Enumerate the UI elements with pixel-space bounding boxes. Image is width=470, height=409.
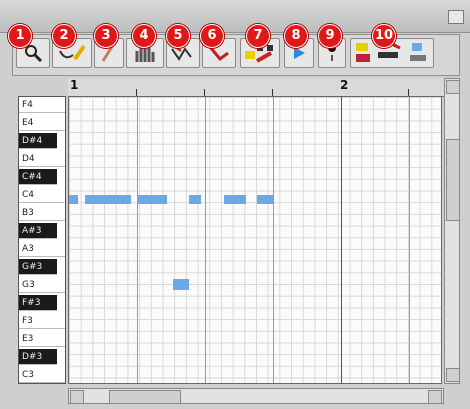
- piano-key[interactable]: D4: [19, 151, 65, 167]
- piano-key[interactable]: C#4: [19, 169, 57, 185]
- note-block[interactable]: [85, 195, 131, 204]
- piano-key[interactable]: C4: [19, 187, 65, 203]
- note-block[interactable]: [189, 195, 201, 204]
- horizontal-scrollbar[interactable]: [68, 388, 444, 404]
- note-block[interactable]: [173, 279, 189, 290]
- piano-key[interactable]: A#3: [19, 223, 57, 239]
- note-block[interactable]: [257, 195, 273, 204]
- scroll-right-icon[interactable]: [428, 390, 442, 404]
- ruler-tick: [136, 89, 137, 96]
- piano-keyboard: F4 E4 D#4 D4 C#4 C4 B3 A#3 A3 G#3 G3 F#3 F3 E3 D#3 C3: [18, 96, 66, 384]
- piano-key[interactable]: C3: [19, 367, 65, 383]
- beat-line: [409, 97, 410, 383]
- note-block[interactable]: [224, 195, 246, 204]
- note-block[interactable]: [69, 195, 78, 204]
- piano-key[interactable]: F3: [19, 313, 65, 329]
- ruler-tick: [204, 89, 205, 96]
- piano-key[interactable]: D#4: [19, 133, 57, 149]
- vertical-scrollbar[interactable]: [444, 78, 460, 384]
- ruler-mark: 2: [340, 78, 349, 92]
- bar-line: [341, 97, 342, 383]
- tool-number-badge: 3: [94, 24, 118, 48]
- scroll-down-icon[interactable]: [446, 368, 460, 382]
- note-block[interactable]: [137, 195, 167, 204]
- piano-key[interactable]: A3: [19, 241, 65, 257]
- piano-key[interactable]: D#3: [19, 349, 57, 365]
- close-icon[interactable]: [448, 10, 464, 24]
- piano-key[interactable]: F#3: [19, 295, 57, 311]
- piano-key[interactable]: E3: [19, 331, 65, 347]
- tool-number-badge: 2: [52, 24, 76, 48]
- scroll-thumb[interactable]: [109, 390, 181, 404]
- tool-number-badge: 9: [318, 24, 342, 48]
- note-grid[interactable]: [68, 96, 442, 384]
- ruler-tick: [408, 89, 409, 96]
- time-ruler[interactable]: 1 2: [68, 78, 444, 97]
- tool-number-badge: 8: [284, 24, 308, 48]
- tool-number-badge: 1: [8, 24, 32, 48]
- tool-number-badge: 5: [166, 24, 190, 48]
- piano-key[interactable]: E4: [19, 115, 65, 131]
- beat-line: [137, 97, 138, 383]
- tool-number-badge: 6: [200, 24, 224, 48]
- scroll-thumb[interactable]: [446, 139, 460, 221]
- ruler-mark: 1: [70, 78, 79, 92]
- ruler-tick: [272, 89, 273, 96]
- tool-number-badge: 7: [246, 24, 270, 48]
- beat-line: [205, 97, 206, 383]
- piano-key[interactable]: B3: [19, 205, 65, 221]
- scroll-up-icon[interactable]: [446, 80, 460, 94]
- piano-key[interactable]: F4: [19, 97, 65, 113]
- tool-number-badge: 10: [372, 24, 396, 48]
- beat-line: [273, 97, 274, 383]
- piano-key[interactable]: G#3: [19, 259, 57, 275]
- piano-key[interactable]: G3: [19, 277, 65, 293]
- piano-roll-window: 1 2 3 4 5 6 7 8 9 10 1 2 F4 E4 D#4 D4 C#4 C4 B…: [0, 0, 470, 409]
- tool-number-badge: 4: [132, 24, 156, 48]
- scroll-left-icon[interactable]: [70, 390, 84, 404]
